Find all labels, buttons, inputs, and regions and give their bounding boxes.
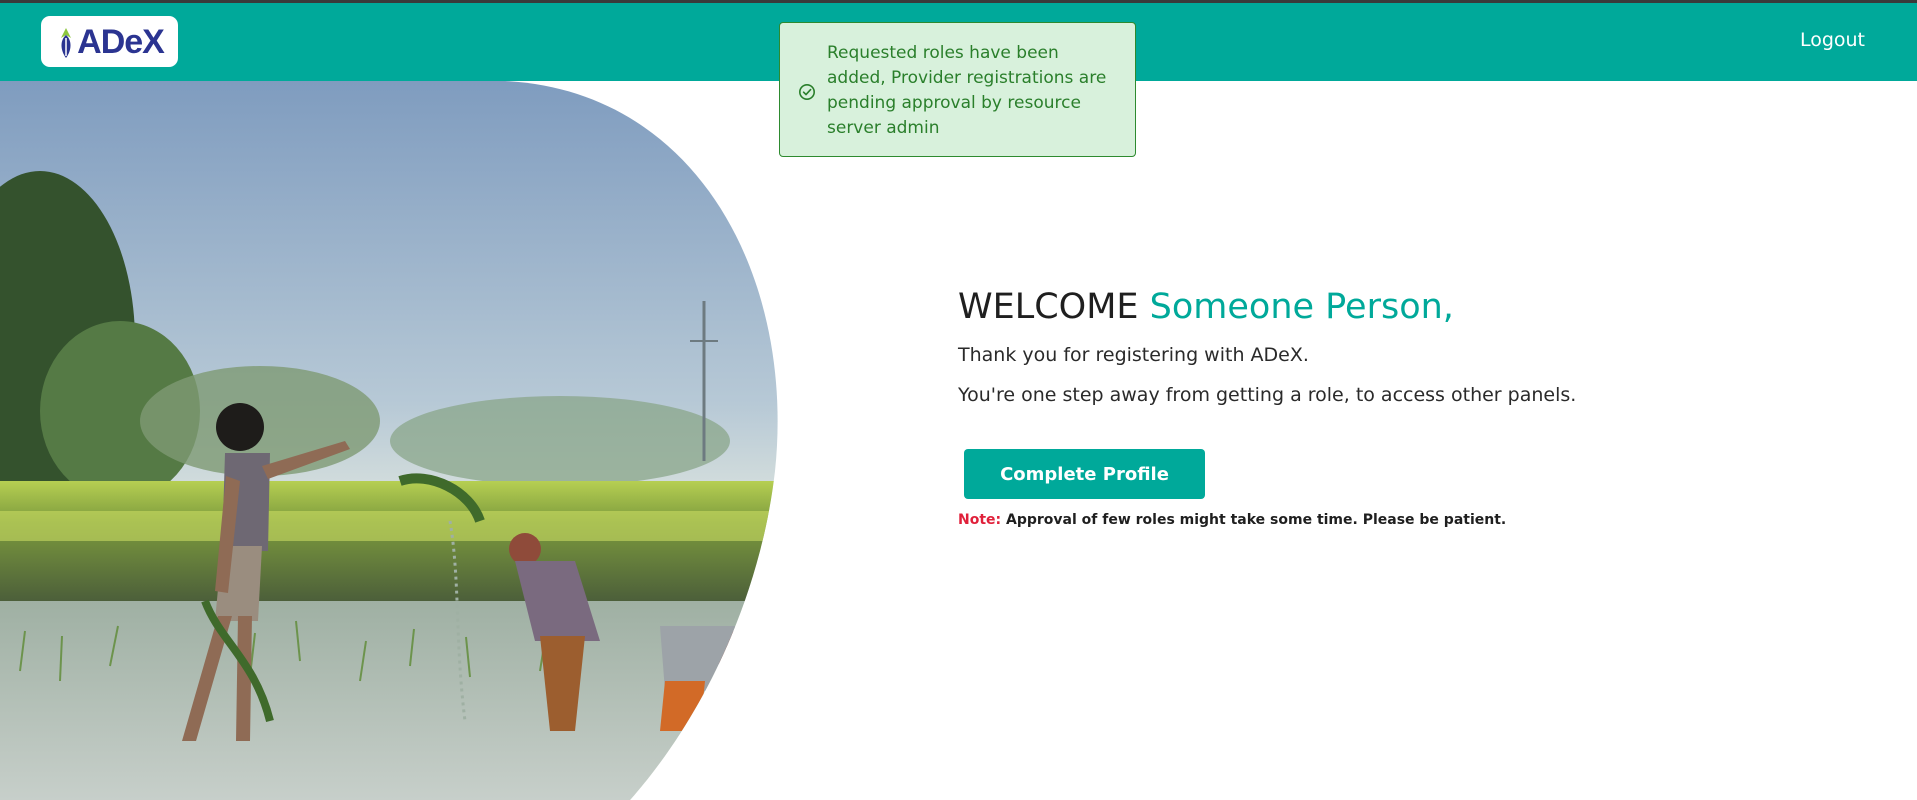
approval-note: Note: Approval of few roles might take s… [958, 512, 1506, 528]
welcome-prefix: WELCOME [958, 287, 1139, 327]
success-toast[interactable]: Requested roles have been added, Provide… [779, 22, 1136, 157]
check-circle-icon [799, 84, 815, 100]
hero-image [0, 81, 780, 800]
note-text: Approval of few roles might take some ti… [1006, 512, 1507, 528]
user-name: Someone Person, [1149, 287, 1454, 327]
farmers-rice-field-photo [0, 81, 778, 800]
welcome-panel: WELCOME Someone Person, Thank you for re… [958, 282, 1858, 528]
logo-text: ADeX [77, 22, 165, 61]
thank-you-text: Thank you for registering with ADeX. [958, 344, 1309, 366]
role-subtitle: You're one step away from getting a role… [958, 384, 1577, 406]
leaf-logo-icon [61, 27, 72, 58]
logout-link[interactable]: Logout [1800, 29, 1865, 51]
adex-logo[interactable]: ADeX [41, 16, 178, 67]
toast-message: Requested roles have been added, Provide… [827, 43, 1107, 138]
complete-profile-button[interactable]: Complete Profile [964, 449, 1205, 499]
welcome-heading: WELCOME Someone Person, [958, 282, 1858, 332]
note-label: Note: [958, 512, 1002, 528]
